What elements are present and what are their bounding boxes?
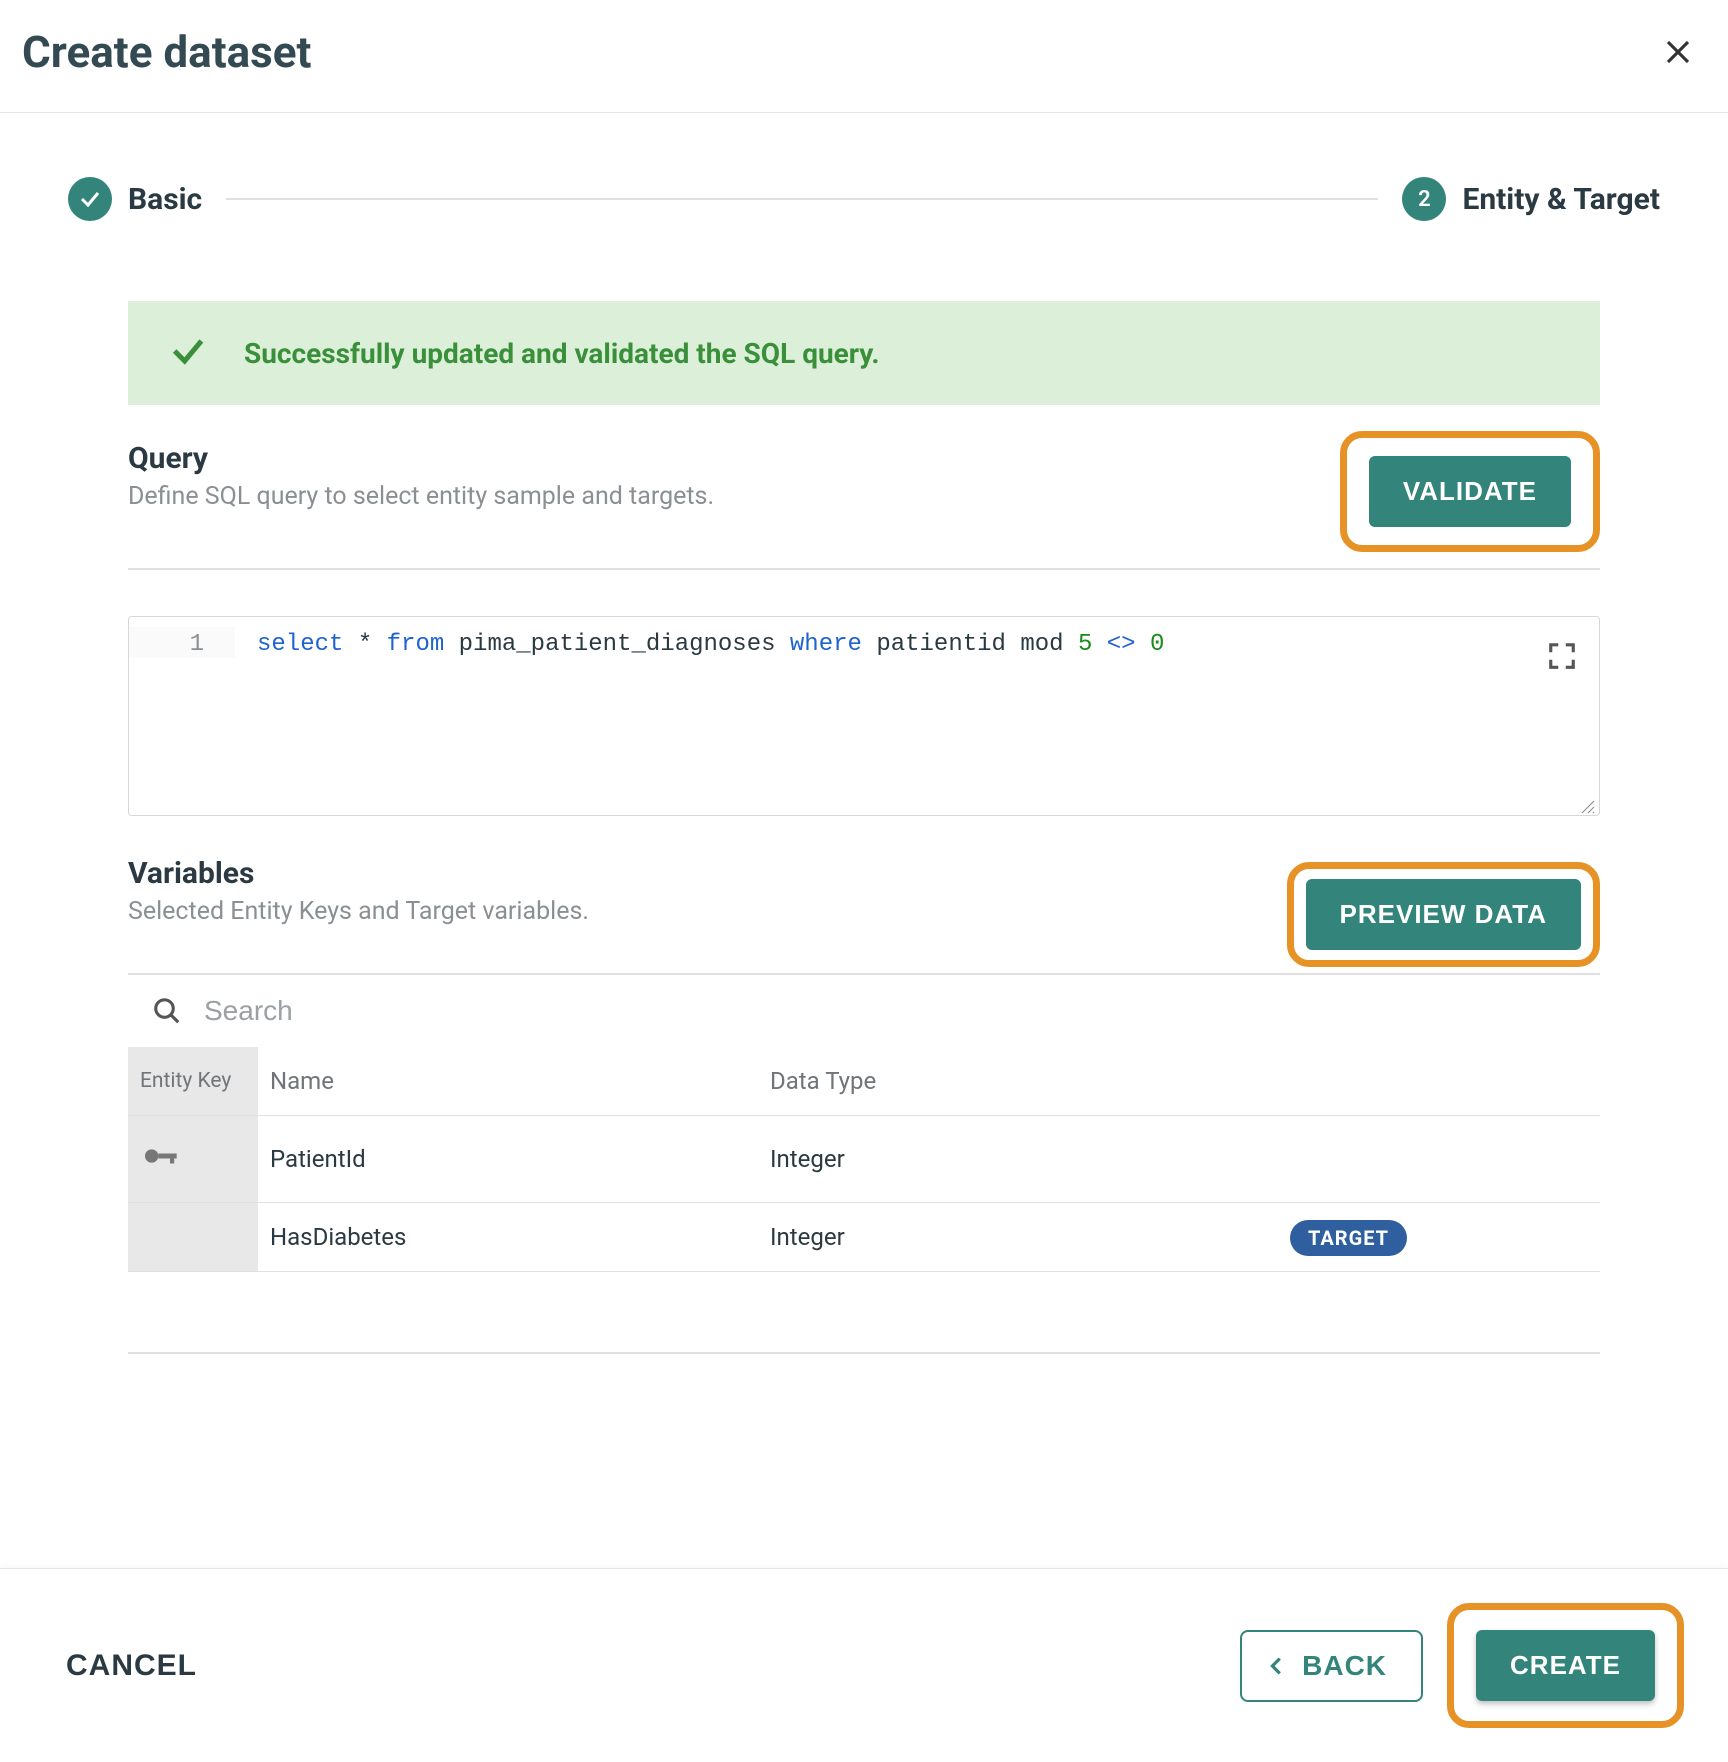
variable-name: HasDiabetes (258, 1203, 758, 1272)
chevron-left-icon (1266, 1655, 1288, 1677)
variables-search-input[interactable] (204, 995, 1582, 1027)
modal-title: Create dataset (22, 26, 311, 78)
close-icon (1663, 37, 1693, 67)
variables-header: Variables Selected Entity Keys and Targe… (128, 856, 1600, 975)
check-icon (78, 187, 102, 211)
modal-footer: CANCEL BACK CREATE (0, 1568, 1728, 1762)
variables-titles: Variables Selected Entity Keys and Targe… (128, 856, 589, 926)
step-basic[interactable]: Basic (68, 177, 202, 221)
col-data-type: Data Type (758, 1047, 1278, 1116)
key-icon (140, 1154, 180, 1182)
col-entity-key: Entity Key (128, 1047, 258, 1116)
variables-section: Variables Selected Entity Keys and Targe… (128, 856, 1600, 1354)
search-icon (152, 996, 182, 1026)
query-subheading: Define SQL query to select entity sample… (128, 482, 714, 511)
col-tags (1278, 1047, 1600, 1116)
step-entity-target-badge: 2 (1402, 177, 1446, 221)
step-entity-target-body: Successfully updated and validated the S… (68, 301, 1660, 1354)
highlight-validate: VALIDATE (1340, 431, 1600, 552)
sql-editor[interactable]: 1 select * from pima_patient_diagnoses w… (128, 616, 1600, 816)
variable-type: Integer (758, 1203, 1278, 1272)
query-heading: Query (128, 441, 714, 476)
target-badge: TARGET (1290, 1220, 1407, 1256)
stepper: Basic 2 Entity & Target (68, 177, 1660, 221)
resize-handle[interactable] (1580, 796, 1596, 812)
alert-message: Successfully updated and validated the S… (244, 337, 880, 370)
variables-subheading: Selected Entity Keys and Target variable… (128, 897, 589, 926)
cancel-button[interactable]: CANCEL (66, 1649, 197, 1683)
step-basic-badge (68, 177, 112, 221)
alert-success: Successfully updated and validated the S… (128, 301, 1600, 405)
table-row[interactable]: HasDiabetes Integer TARGET (128, 1203, 1600, 1272)
sql-code[interactable]: select * from pima_patient_diagnoses whe… (235, 627, 1164, 658)
highlight-create: CREATE (1447, 1603, 1684, 1728)
table-row[interactable]: PatientId Integer (128, 1116, 1600, 1203)
expand-editor-button[interactable] (1547, 641, 1577, 671)
variables-table: Entity Key Name Data Type (128, 1047, 1600, 1272)
variable-tags (1278, 1116, 1600, 1203)
create-dataset-modal: Create dataset Basic 2 Entity & Target (0, 0, 1728, 1762)
fullscreen-icon (1547, 641, 1577, 671)
variable-name: PatientId (258, 1116, 758, 1203)
entity-key-cell[interactable] (128, 1203, 258, 1272)
variable-type: Integer (758, 1116, 1278, 1203)
step-basic-label: Basic (128, 182, 202, 217)
create-button[interactable]: CREATE (1476, 1630, 1655, 1701)
back-button[interactable]: BACK (1240, 1630, 1423, 1702)
footer-right: BACK CREATE (1240, 1603, 1684, 1728)
step-entity-target[interactable]: 2 Entity & Target (1402, 177, 1660, 221)
close-button[interactable] (1658, 32, 1698, 72)
section-divider (128, 1352, 1600, 1354)
preview-data-button[interactable]: PREVIEW DATA (1306, 879, 1581, 950)
entity-key-cell[interactable] (128, 1116, 258, 1203)
col-name: Name (258, 1047, 758, 1116)
variables-heading: Variables (128, 856, 589, 891)
variables-table-header-row: Entity Key Name Data Type (128, 1047, 1600, 1116)
variables-search-row (128, 975, 1600, 1047)
check-icon (168, 331, 208, 375)
line-number: 1 (129, 627, 235, 658)
variable-tags: TARGET (1278, 1203, 1600, 1272)
modal-content: Basic 2 Entity & Target Successfully upd… (0, 113, 1728, 1568)
editor-line-1: 1 select * from pima_patient_diagnoses w… (129, 617, 1599, 658)
step-entity-target-label: Entity & Target (1462, 182, 1660, 217)
modal-header: Create dataset (0, 0, 1728, 113)
validate-button[interactable]: VALIDATE (1369, 456, 1571, 527)
resize-icon (1580, 799, 1596, 815)
back-button-label: BACK (1302, 1650, 1387, 1682)
highlight-preview: PREVIEW DATA (1287, 862, 1600, 967)
query-section-header: Query Define SQL query to select entity … (128, 441, 1600, 570)
query-section-titles: Query Define SQL query to select entity … (128, 441, 714, 511)
step-connector (226, 198, 1378, 200)
